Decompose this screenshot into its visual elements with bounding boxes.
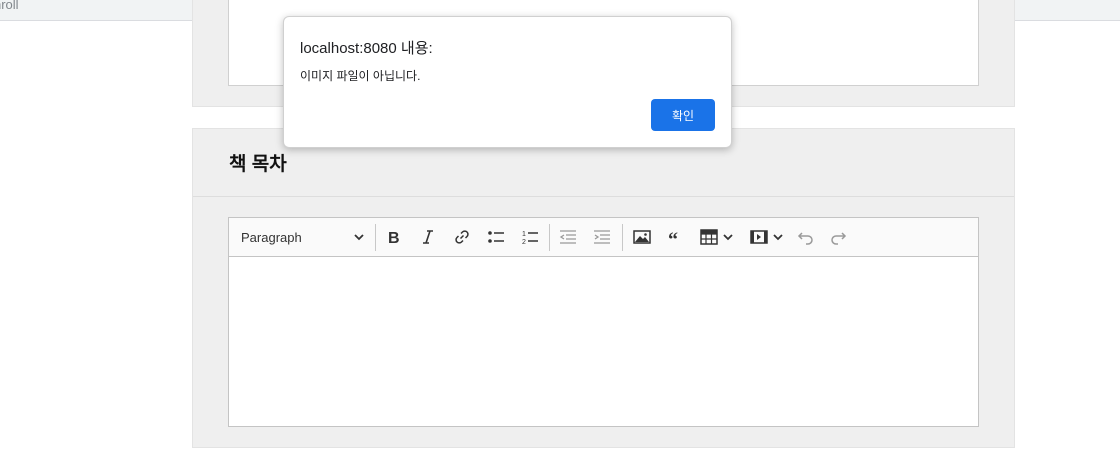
rich-text-editor: Paragraph B 12 “ [228, 217, 979, 427]
media-icon [750, 230, 768, 244]
insert-media-button[interactable] [747, 227, 787, 247]
redo-icon [831, 232, 847, 245]
indent-button[interactable] [591, 227, 613, 247]
undo-icon [797, 232, 813, 245]
insert-table-button[interactable] [697, 227, 737, 247]
italic-button[interactable] [417, 227, 439, 247]
outdent-button[interactable] [557, 227, 579, 247]
undo-button[interactable] [795, 227, 817, 247]
redo-button[interactable] [827, 227, 849, 247]
blockquote-icon: “ [668, 229, 678, 245]
link-icon [455, 230, 469, 244]
toolbar-separator [375, 224, 376, 251]
paragraph-dropdown[interactable]: Paragraph [241, 227, 365, 247]
book-toc-section: 책 목차 Paragraph B 12 “ [192, 128, 1015, 448]
toolbar-separator [622, 224, 623, 251]
svg-text:1: 1 [522, 231, 526, 238]
blockquote-button[interactable]: “ [665, 227, 687, 247]
bold-icon: B [388, 230, 400, 245]
svg-text:“: “ [668, 229, 678, 245]
ok-button[interactable]: 확인 [651, 99, 715, 131]
chevron-down-icon [723, 234, 733, 241]
bulleted-list-icon [488, 231, 504, 243]
dialog-title: localhost:8080 내용: [300, 40, 433, 57]
alert-dialog: localhost:8080 내용: 이미지 파일이 아닙니다. 확인 [283, 16, 732, 148]
image-icon [633, 230, 651, 244]
section-divider [193, 196, 1014, 197]
svg-text:B: B [388, 230, 400, 245]
bold-button[interactable]: B [383, 227, 405, 247]
numbered-list-button[interactable]: 12 [519, 227, 541, 247]
numbered-list-icon: 12 [522, 231, 538, 245]
dialog-message: 이미지 파일이 아닙니다. [300, 69, 421, 83]
indent-icon [594, 230, 610, 244]
section-title: 책 목차 [229, 154, 287, 175]
table-icon [700, 229, 718, 245]
paragraph-dropdown-label: Paragraph [241, 229, 302, 245]
italic-icon [423, 230, 433, 244]
editor-content-area[interactable] [229, 257, 978, 426]
link-button[interactable] [451, 227, 473, 247]
chevron-down-icon [773, 234, 783, 241]
toolbar-separator [549, 224, 550, 251]
page-header-text: nroll [0, 0, 19, 12]
svg-text:2: 2 [522, 239, 526, 245]
insert-image-button[interactable] [631, 227, 653, 247]
bulleted-list-button[interactable] [485, 227, 507, 247]
chevron-down-icon [354, 234, 364, 241]
outdent-icon [559, 230, 576, 244]
editor-toolbar: Paragraph B 12 “ [229, 218, 978, 257]
